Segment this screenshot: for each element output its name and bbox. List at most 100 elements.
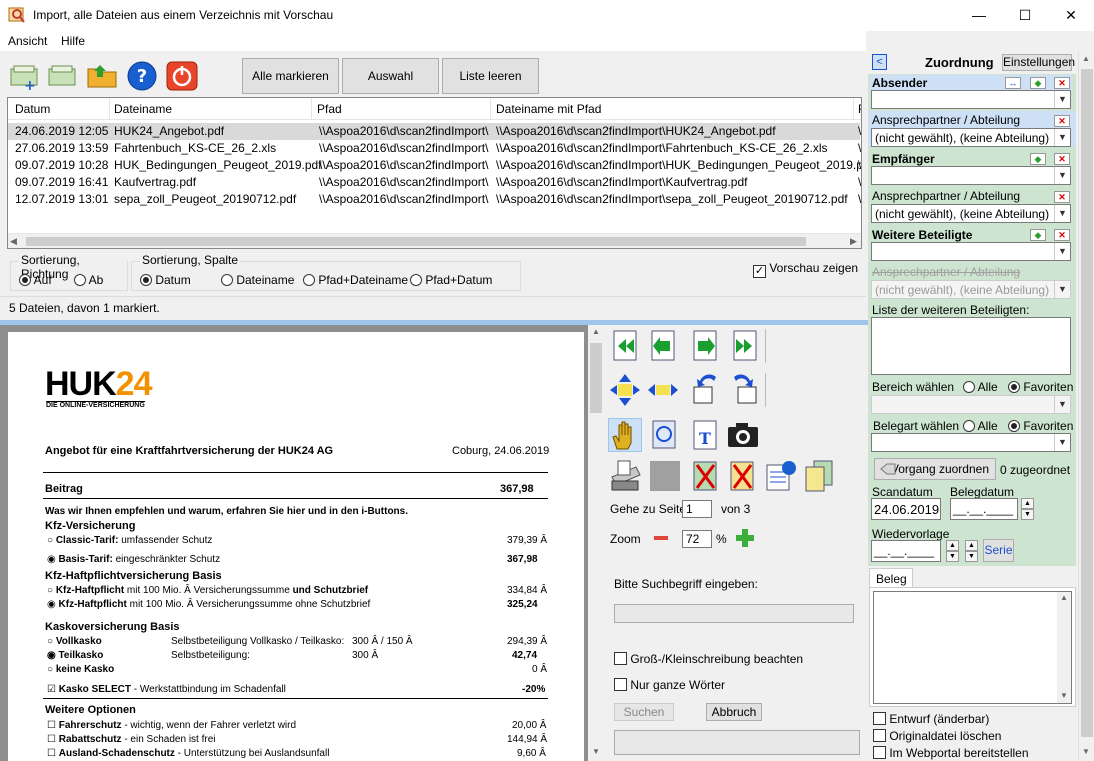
sort-col-name-radio[interactable]: Dateiname bbox=[221, 273, 294, 287]
recipient-add-icon[interactable]: ◆ bbox=[1030, 153, 1046, 165]
scrollbar-thumb[interactable] bbox=[26, 237, 806, 246]
scroll-down-icon[interactable]: ▼ bbox=[592, 747, 600, 756]
camera-icon[interactable] bbox=[726, 418, 760, 452]
power-icon[interactable] bbox=[166, 61, 198, 91]
rotate-left-icon[interactable] bbox=[688, 373, 722, 407]
area-combo[interactable]: ▼ bbox=[871, 395, 1071, 414]
search-input[interactable] bbox=[614, 604, 854, 623]
hand-tool-icon[interactable] bbox=[608, 418, 642, 452]
horizontal-scrollbar[interactable]: ◀ ▶ bbox=[8, 233, 861, 248]
properties-icon[interactable] bbox=[764, 459, 798, 493]
page-input[interactable]: 1 bbox=[682, 500, 712, 518]
scan-date-field[interactable]: 24.06.2019 bbox=[871, 498, 941, 520]
text-select-icon[interactable]: T bbox=[688, 418, 722, 452]
fit-height-icon[interactable] bbox=[608, 373, 642, 407]
doc-date-field[interactable]: __.__.____ bbox=[950, 498, 1018, 520]
doc-date-up-icon[interactable]: ▲ bbox=[1021, 498, 1034, 509]
zoom-input[interactable]: 72 bbox=[682, 530, 712, 548]
first-page-icon[interactable] bbox=[608, 329, 642, 363]
close-window-button[interactable]: ✕ bbox=[1048, 0, 1094, 31]
recipient-contact-remove-icon[interactable]: ✕ bbox=[1054, 191, 1070, 203]
delete-original-checkbox[interactable]: Originaldatei löschen bbox=[873, 729, 1001, 743]
webportal-checkbox[interactable]: Im Webportal bereitstellen bbox=[873, 746, 1029, 760]
zoom-in-icon[interactable] bbox=[736, 529, 754, 550]
area-favorites-radio[interactable]: Favoriten bbox=[1008, 380, 1073, 394]
next-page-icon[interactable] bbox=[688, 329, 722, 363]
doc-date-down-icon[interactable]: ▼ bbox=[1021, 509, 1034, 520]
preview-checkbox[interactable]: ✓ Vorschau zeigen bbox=[753, 261, 858, 278]
table-row[interactable]: 09.07.2019 10:28 HUK_Bedingungen_Peugeot_… bbox=[8, 157, 861, 174]
col-header-date[interactable]: Datum bbox=[15, 102, 50, 116]
menu-hilfe[interactable]: Hilfe bbox=[61, 34, 85, 48]
last-page-icon[interactable] bbox=[728, 329, 762, 363]
resubmit2-up-icon[interactable]: ▲ bbox=[965, 540, 978, 551]
tab-beleg[interactable]: Beleg bbox=[869, 568, 913, 588]
panel-scroll-down-icon[interactable]: ▼ bbox=[1082, 747, 1090, 756]
recipient-combo[interactable]: ▼ bbox=[871, 166, 1071, 185]
preview-scrollbar[interactable]: ▲ ▼ bbox=[588, 325, 604, 761]
doctype-combo[interactable]: ▼ bbox=[871, 433, 1071, 452]
panel-scroll-up-icon[interactable]: ▲ bbox=[1082, 54, 1090, 63]
doctype-favorites-radio[interactable]: Favoriten bbox=[1008, 419, 1073, 433]
col-header-path[interactable]: Pfad bbox=[317, 102, 342, 116]
sort-col-date-radio[interactable]: Datum bbox=[140, 273, 191, 287]
others-list[interactable] bbox=[871, 317, 1071, 375]
recipient-contact-combo[interactable]: (nicht gewählt), (keine Abteilung) ▼ bbox=[871, 204, 1071, 223]
fit-width-icon[interactable] bbox=[646, 373, 680, 407]
table-row[interactable]: 27.06.2019 13:59 Fahrtenbuch_KS-CE_26_2.x… bbox=[8, 140, 861, 157]
add-files-icon[interactable]: + bbox=[8, 61, 42, 94]
scroll-right-icon[interactable]: ▶ bbox=[850, 236, 857, 247]
prev-page-icon[interactable] bbox=[646, 329, 680, 363]
scroll-left-icon[interactable]: ◀ bbox=[10, 236, 17, 247]
sort-col-pathname-radio[interactable]: Pfad+Dateiname bbox=[303, 273, 408, 287]
series-button[interactable]: Serie bbox=[983, 539, 1014, 562]
search-button[interactable]: Suchen bbox=[614, 703, 674, 721]
others-combo[interactable]: ▼ bbox=[871, 242, 1071, 261]
preview-scroll-thumb[interactable] bbox=[590, 343, 602, 413]
rotate-right-icon[interactable] bbox=[728, 373, 762, 407]
table-row[interactable]: 12.07.2019 13:01 sepa_zoll_Peugeot_201907… bbox=[8, 191, 861, 208]
clear-list-button[interactable]: Liste leeren bbox=[442, 58, 539, 94]
beleg-textarea[interactable]: ▲ ▼ bbox=[873, 591, 1072, 704]
delete-page-icon[interactable] bbox=[688, 459, 722, 493]
sort-asc-radio[interactable]: Auf bbox=[19, 273, 52, 287]
others-add-icon[interactable]: ◆ bbox=[1030, 229, 1046, 241]
col-header-name[interactable]: Dateiname bbox=[114, 102, 172, 116]
assign-process-button[interactable]: Vorgang zuordnen bbox=[874, 458, 996, 480]
sort-desc-radio[interactable]: Ab bbox=[74, 273, 103, 287]
sender-link-icon[interactable]: ↔ bbox=[1005, 77, 1021, 89]
doctype-all-radio[interactable]: Alle bbox=[963, 419, 998, 433]
recipient-remove-icon[interactable]: ✕ bbox=[1054, 153, 1070, 165]
scroll-up-icon[interactable]: ▲ bbox=[592, 327, 600, 336]
others-remove-icon[interactable]: ✕ bbox=[1054, 229, 1070, 241]
mark-all-button[interactable]: Alle markieren bbox=[242, 58, 339, 94]
delete-document-icon[interactable] bbox=[726, 459, 760, 493]
resubmit2-down-icon[interactable]: ▼ bbox=[965, 551, 978, 562]
sender-remove-icon[interactable]: ✕ bbox=[1054, 77, 1070, 89]
add-folder-icon[interactable] bbox=[46, 61, 80, 91]
case-sensitive-checkbox[interactable]: Groß-/Kleinschreibung beachten bbox=[614, 652, 803, 666]
resubmit-down-icon[interactable]: ▼ bbox=[946, 551, 959, 562]
draft-checkbox[interactable]: Entwurf (änderbar) bbox=[873, 712, 989, 726]
panel-scrollbar[interactable]: ▲ ▼ bbox=[1078, 51, 1094, 761]
sender-add-icon[interactable]: ◆ bbox=[1030, 77, 1046, 89]
col-header-extra[interactable]: F bbox=[858, 102, 861, 116]
settings-button[interactable]: Einstellungen bbox=[1002, 54, 1075, 71]
help-icon[interactable]: ? bbox=[126, 61, 158, 91]
minimize-button[interactable]: — bbox=[956, 0, 1002, 31]
whole-words-checkbox[interactable]: Nur ganze Wörter bbox=[614, 678, 725, 692]
col-header-full[interactable]: Dateiname mit Pfad bbox=[496, 102, 601, 116]
zoom-out-icon[interactable] bbox=[654, 536, 668, 540]
clear-selection-button[interactable]: Auswahl aufheben bbox=[342, 58, 439, 117]
cancel-search-button[interactable]: Abbruch bbox=[706, 703, 762, 721]
menu-ansicht[interactable]: Ansicht bbox=[8, 34, 47, 48]
area-all-radio[interactable]: Alle bbox=[963, 380, 998, 394]
resubmit-up-icon[interactable]: ▲ bbox=[946, 540, 959, 551]
open-folder-icon[interactable] bbox=[86, 61, 120, 91]
zoom-select-icon[interactable] bbox=[648, 418, 682, 452]
table-row[interactable]: 24.06.2019 12:05 HUK24_Angebot.pdf \\Aspoa… bbox=[8, 123, 861, 140]
panel-scroll-thumb[interactable] bbox=[1081, 69, 1093, 737]
maximize-button[interactable]: ☐ bbox=[1002, 0, 1048, 31]
scanner-icon[interactable] bbox=[608, 459, 642, 493]
table-row[interactable]: 09.07.2019 16:41 Kaufvertrag.pdf \\Aspoa20… bbox=[8, 174, 861, 191]
